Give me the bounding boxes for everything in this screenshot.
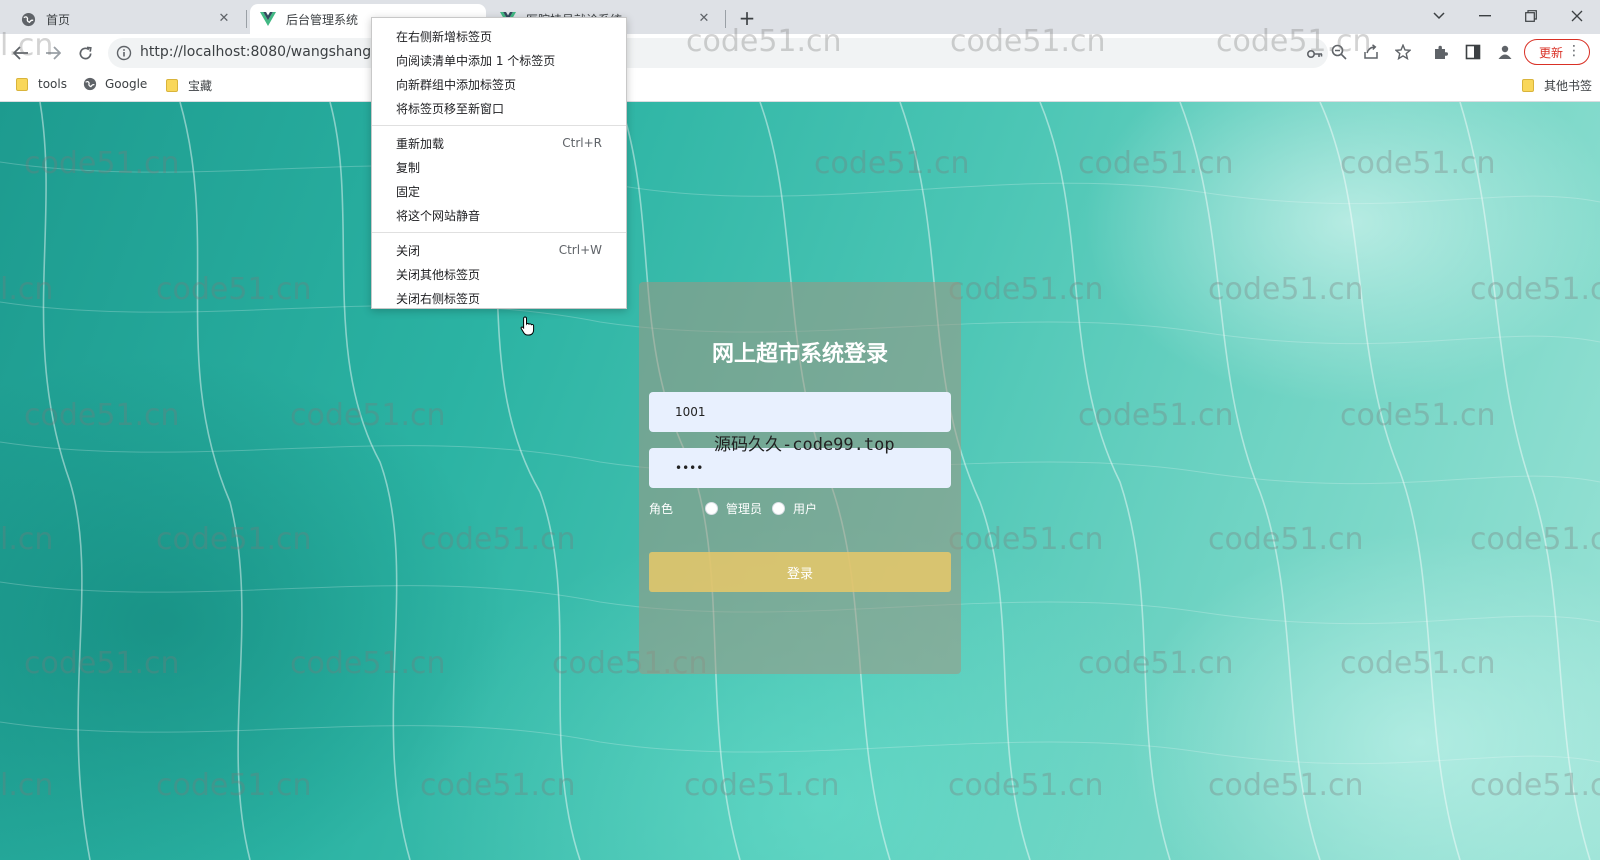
folder-icon — [166, 79, 178, 92]
folder-icon — [1522, 79, 1534, 92]
close-icon[interactable]: ✕ — [216, 11, 232, 27]
menu-item-mute-site[interactable]: 将这个网站静音 — [372, 203, 626, 227]
role-option-label: 管理员 — [726, 501, 763, 516]
menu-separator — [372, 232, 626, 233]
username-input[interactable] — [649, 392, 951, 432]
close-window-button[interactable] — [1554, 0, 1600, 32]
key-icon[interactable] — [1306, 45, 1324, 63]
source-banner: 源码久久-code99.top — [714, 435, 895, 455]
share-icon[interactable] — [1362, 43, 1380, 61]
bookmark-tools[interactable]: tools — [16, 77, 67, 91]
radio-user[interactable] — [772, 501, 786, 515]
menu-shortcut: Ctrl+R — [562, 136, 602, 150]
menu-item-label: 固定 — [396, 184, 421, 199]
bookmark-star-icon[interactable] — [1394, 43, 1412, 61]
page-background: code51.cn code51.cn code51.cn code51.cn … — [0, 102, 1600, 860]
extensions-icon[interactable] — [1432, 43, 1450, 61]
menu-item-pin[interactable]: 固定 — [372, 179, 626, 203]
menu-item-label: 重新加载 — [396, 136, 445, 151]
menu-separator — [372, 125, 626, 126]
menu-item-duplicate[interactable]: 复制 — [372, 155, 626, 179]
minimize-button[interactable] — [1462, 0, 1508, 32]
zoom-icon[interactable] — [1330, 43, 1348, 61]
update-label: 更新 — [1539, 45, 1564, 60]
hand-cursor-icon — [520, 316, 536, 336]
bookmark-label: Google — [105, 77, 148, 91]
menu-item-label: 将这个网站静音 — [396, 208, 481, 223]
login-title: 网上超市系统登录 — [711, 342, 888, 367]
menu-shortcut: Ctrl+W — [558, 243, 602, 257]
profile-icon[interactable] — [1496, 43, 1514, 61]
login-button[interactable]: 登录 — [649, 552, 951, 592]
vue-icon — [260, 11, 276, 27]
menu-item-label: 关闭 — [396, 243, 421, 258]
menu-item-label: 将标签页移至新窗口 — [396, 101, 505, 116]
browser-toolbar: http://localhost:8080/wangshangc 更新 ⋮ — [0, 34, 1600, 70]
menu-item-reload[interactable]: 重新加载 Ctrl+R — [372, 131, 626, 155]
menu-item-label: 关闭其他标签页 — [396, 267, 481, 282]
tab-search-chevron-icon[interactable] — [1416, 0, 1462, 32]
new-tab-button[interactable]: + — [734, 6, 760, 32]
info-icon[interactable] — [116, 45, 132, 61]
menu-item-label: 关闭右侧标签页 — [396, 291, 481, 306]
forward-button[interactable] — [40, 40, 66, 66]
globe-icon — [83, 77, 97, 91]
side-panel-icon[interactable] — [1464, 43, 1482, 61]
bookmarks-bar: tools Google 宝藏 其他书签 — [0, 70, 1600, 102]
menu-item-add-to-new-group[interactable]: 向新群组中添加标签页 — [372, 72, 626, 96]
tab-divider — [725, 10, 726, 28]
role-selector: 角色 管理员 用户 — [649, 498, 951, 518]
folder-icon — [16, 77, 28, 91]
update-button[interactable]: 更新 ⋮ — [1524, 39, 1590, 65]
tab-divider — [246, 10, 247, 28]
menu-item-close-right[interactable]: 关闭右侧标签页 — [372, 286, 626, 310]
menu-item-label: 复制 — [396, 160, 421, 175]
menu-item-new-tab-right[interactable]: 在右侧新增标签页 — [372, 24, 626, 48]
reload-button[interactable] — [72, 40, 98, 66]
globe-icon — [20, 11, 36, 27]
menu-item-label: 向阅读清单中添加 1 个标签页 — [396, 53, 556, 68]
other-bookmarks[interactable]: 其他书签 — [1522, 77, 1592, 94]
menu-item-move-to-new-window[interactable]: 将标签页移至新窗口 — [372, 96, 626, 120]
menu-item-add-to-reading-list[interactable]: 向阅读清单中添加 1 个标签页 — [372, 48, 626, 72]
bookmark-treasure[interactable]: 宝藏 — [166, 77, 212, 94]
back-button[interactable] — [8, 40, 34, 66]
tab-home[interactable]: 首页 ✕ — [10, 4, 242, 34]
tab-label: 首页 — [46, 12, 71, 27]
login-form: 网上超市系统登录 角色 管理员 用户 登录 — [639, 282, 961, 674]
role-option-user[interactable]: 用户 — [772, 500, 817, 517]
menu-item-label: 在右侧新增标签页 — [396, 29, 493, 44]
bookmark-label: tools — [38, 77, 67, 91]
role-label: 角色 — [649, 501, 674, 516]
address-bar[interactable]: http://localhost:8080/wangshangc — [108, 38, 1328, 68]
tab-strip: 首页 ✕ 后台管理系统 医院挂号就诊系统 ✕ + — [0, 0, 1600, 34]
restore-button[interactable] — [1508, 0, 1554, 32]
other-bookmarks-label: 其他书签 — [1544, 79, 1593, 93]
more-menu-icon[interactable]: ⋮ — [1567, 43, 1581, 59]
role-option-label: 用户 — [793, 501, 818, 516]
close-icon[interactable]: ✕ — [696, 11, 712, 27]
menu-item-close[interactable]: 关闭 Ctrl+W — [372, 238, 626, 262]
url-text: http://localhost:8080/wangshangc — [140, 44, 379, 60]
role-option-admin[interactable]: 管理员 — [705, 500, 762, 517]
menu-item-label: 向新群组中添加标签页 — [396, 77, 517, 92]
tab-context-menu: 在右侧新增标签页 向阅读清单中添加 1 个标签页 向新群组中添加标签页 将标签页… — [371, 17, 627, 309]
menu-item-close-others[interactable]: 关闭其他标签页 — [372, 262, 626, 286]
bookmark-label: 宝藏 — [188, 79, 213, 93]
bookmark-google[interactable]: Google — [83, 77, 147, 91]
radio-admin[interactable] — [705, 501, 718, 515]
